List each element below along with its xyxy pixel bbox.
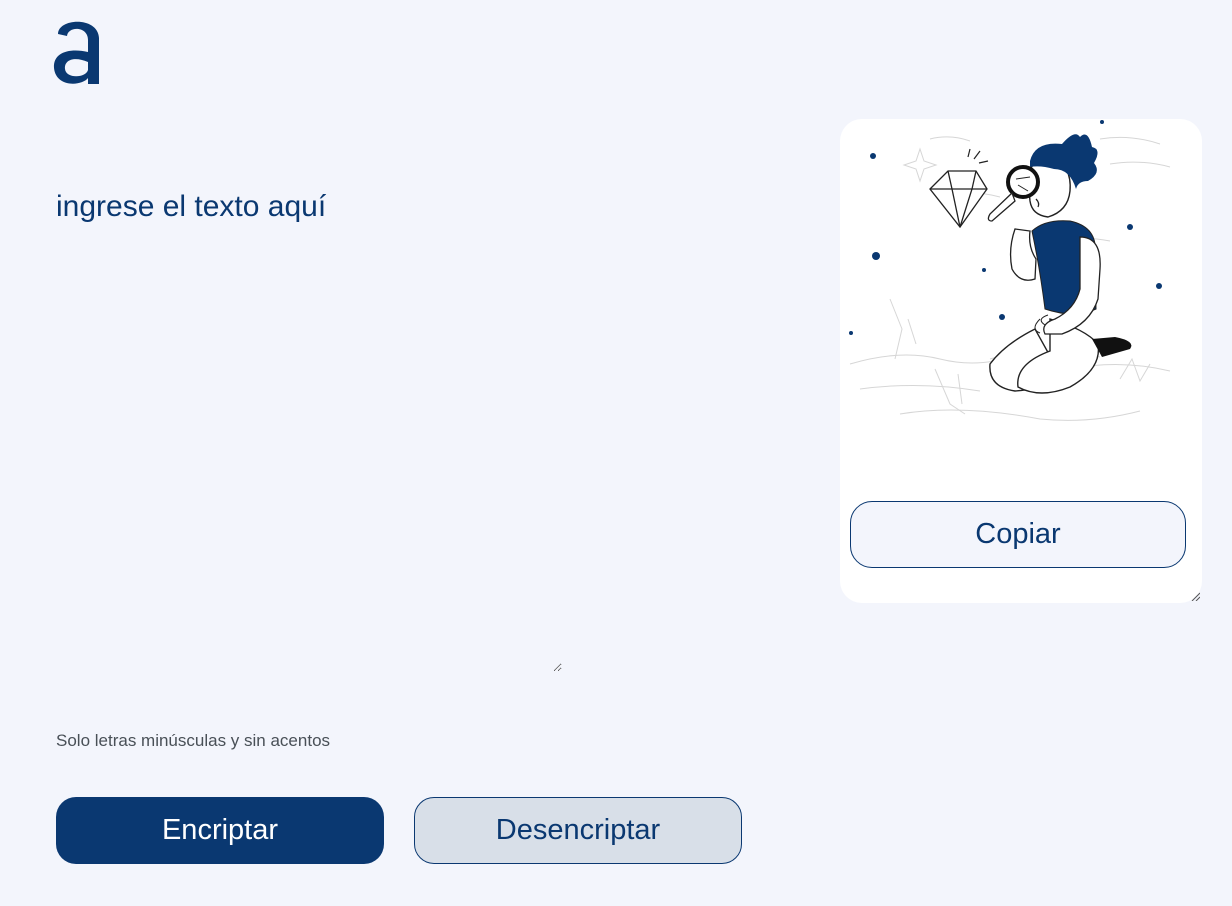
- copy-button[interactable]: Copiar: [850, 501, 1186, 568]
- logo-icon: [53, 21, 99, 84]
- hint-text: Solo letras minúsculas y sin acentos: [56, 731, 331, 750]
- result-card: Copiar: [840, 119, 1202, 603]
- encrypt-button[interactable]: Encriptar: [56, 797, 384, 864]
- person-magnifier-illustration-icon: [849, 120, 1171, 421]
- text-input[interactable]: [56, 190, 562, 672]
- decrypt-button[interactable]: Desencriptar: [414, 797, 742, 864]
- resize-grip-icon[interactable]: [1190, 591, 1200, 601]
- page: Solo letras minúsculas y sin acentos Enc…: [0, 0, 1232, 906]
